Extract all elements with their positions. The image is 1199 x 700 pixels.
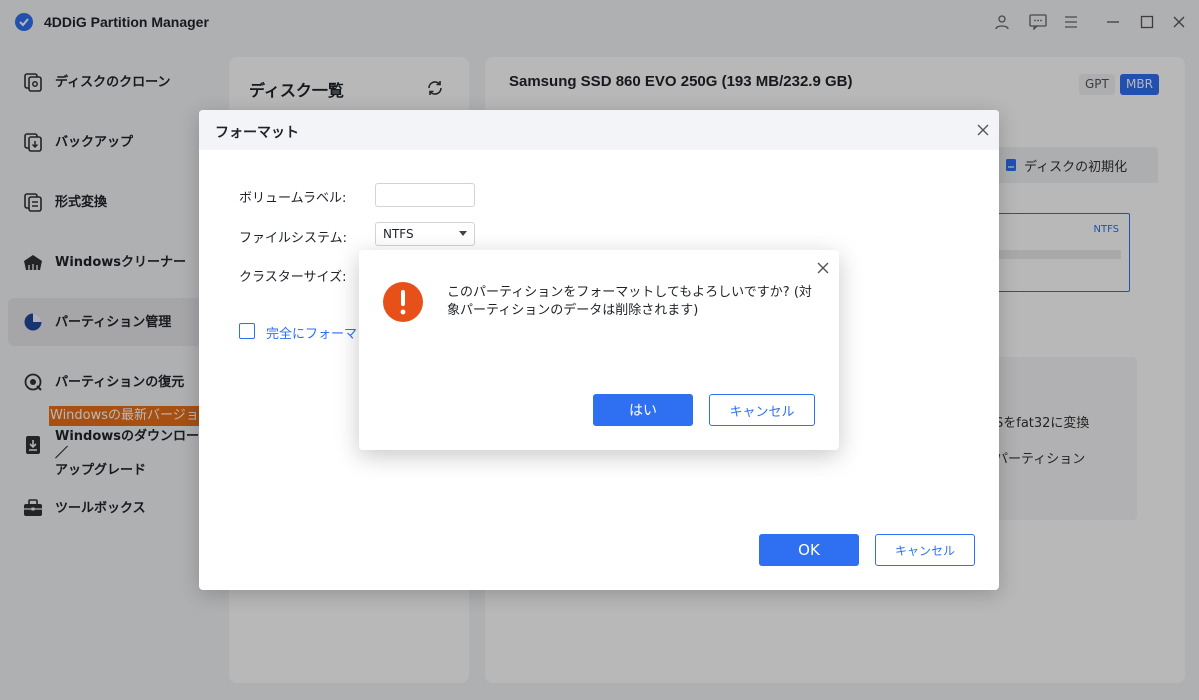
cancel-button[interactable]: キャンセル — [709, 394, 815, 426]
confirm-message: このパーティションをフォーマットしてもよろしいですか? (対 象パーティションの… — [447, 284, 817, 320]
chevron-down-icon — [459, 231, 467, 236]
format-dialog-title: フォーマット — [215, 125, 299, 141]
close-icon[interactable] — [815, 260, 831, 276]
confirm-message-line2: 象パーティションのデータは削除されます) — [447, 303, 699, 318]
confirm-message-line1: このパーティションをフォーマットしてもよろしいですか? (対 — [447, 285, 812, 300]
ok-button[interactable]: OK — [759, 534, 859, 566]
format-dialog-header: フォーマット — [199, 110, 999, 150]
warning-icon — [383, 282, 423, 322]
cluster-size-label: クラスターサイズ: — [239, 270, 347, 285]
close-icon[interactable] — [975, 122, 991, 138]
volume-label-input[interactable] — [375, 183, 475, 207]
volume-label-label: ボリュームラベル: — [239, 191, 347, 206]
filesystem-select[interactable]: NTFS — [375, 222, 475, 246]
confirm-dialog: このパーティションをフォーマットしてもよろしいですか? (対 象パーティションの… — [359, 250, 839, 450]
filesystem-value: NTFS — [383, 227, 414, 241]
cancel-button[interactable]: キャンセル — [875, 534, 975, 566]
full-format-checkbox[interactable] — [239, 323, 255, 339]
yes-button[interactable]: はい — [593, 394, 693, 426]
full-format-label[interactable]: 完全にフォーマッ — [266, 323, 370, 342]
filesystem-label: ファイルシステム: — [239, 231, 347, 246]
